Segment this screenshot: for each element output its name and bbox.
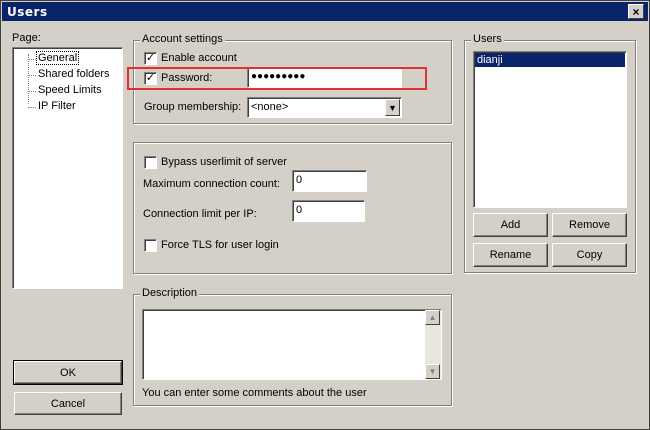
dropdown-arrow-icon[interactable]: ▼ (385, 99, 400, 116)
tree-item-shared-folders[interactable]: Shared folders (38, 68, 110, 80)
users-dialog: Users × Page: General Shared folders Spe… (0, 0, 650, 430)
users-title: Users (471, 33, 504, 45)
force-tls-checkbox[interactable] (144, 239, 157, 252)
enable-account-label: Enable account (161, 52, 237, 64)
tree-connector (28, 59, 36, 60)
title-bar[interactable]: Users × (2, 2, 648, 21)
group-membership-label: Group membership: (144, 101, 242, 113)
account-settings-title: Account settings (140, 33, 225, 45)
description-hint: You can enter some comments about the us… (142, 387, 367, 399)
description-title: Description (140, 287, 200, 299)
tree-item-speed-limits[interactable]: Speed Limits (38, 84, 102, 96)
tree-connector (28, 75, 36, 76)
window-title: Users (7, 5, 48, 19)
enable-account-checkbox[interactable]: ✓ (144, 52, 157, 65)
tree-connector (28, 54, 29, 104)
per-ip-limit-value: 0 (296, 204, 303, 216)
remove-user-button[interactable]: Remove (552, 213, 627, 237)
tree-connector (28, 107, 36, 108)
tree-item-general[interactable]: General (35, 51, 80, 65)
page-tree[interactable]: General Shared folders Speed Limits IP F… (12, 47, 123, 289)
per-ip-limit-label: Connection limit per IP: (143, 208, 257, 220)
cancel-button[interactable]: Cancel (14, 392, 122, 415)
group-membership-value: <none> (251, 101, 289, 113)
max-connection-input[interactable]: 0 (292, 170, 367, 192)
tree-item-ip-filter[interactable]: IP Filter (38, 100, 76, 112)
scroll-up-icon[interactable]: ▲ (425, 310, 440, 325)
scroll-down-icon[interactable]: ▼ (425, 364, 440, 379)
group-membership-select[interactable]: <none> ▼ (247, 97, 402, 118)
users-group: Users dianji Add Remove Rename Copy (464, 33, 636, 273)
max-connection-value: 0 (296, 174, 303, 186)
add-user-button[interactable]: Add (473, 213, 548, 237)
force-tls-label: Force TLS for user login (161, 239, 279, 251)
description-scrollbar[interactable]: ▲ ▼ (425, 310, 441, 379)
description-group: Description ▲ ▼ You can enter some comme… (133, 287, 452, 406)
per-ip-limit-input[interactable]: 0 (292, 200, 365, 222)
max-connection-label: Maximum connection count: (143, 178, 280, 190)
password-highlight-box (127, 67, 427, 90)
tree-connector (28, 91, 36, 92)
page-label: Page: (12, 32, 41, 44)
limits-group: Bypass userlimit of server Maximum conne… (133, 142, 452, 274)
users-list[interactable]: dianji (473, 51, 627, 208)
description-textarea[interactable]: ▲ ▼ (142, 309, 442, 380)
bypass-userlimit-label: Bypass userlimit of server (161, 156, 287, 168)
close-icon: × (632, 4, 640, 19)
user-list-item-selected[interactable]: dianji (475, 53, 625, 67)
bypass-userlimit-checkbox[interactable] (144, 156, 157, 169)
ok-button[interactable]: OK (13, 360, 123, 385)
close-button[interactable]: × (628, 4, 644, 19)
rename-user-button[interactable]: Rename (473, 243, 548, 267)
copy-user-button[interactable]: Copy (552, 243, 627, 267)
